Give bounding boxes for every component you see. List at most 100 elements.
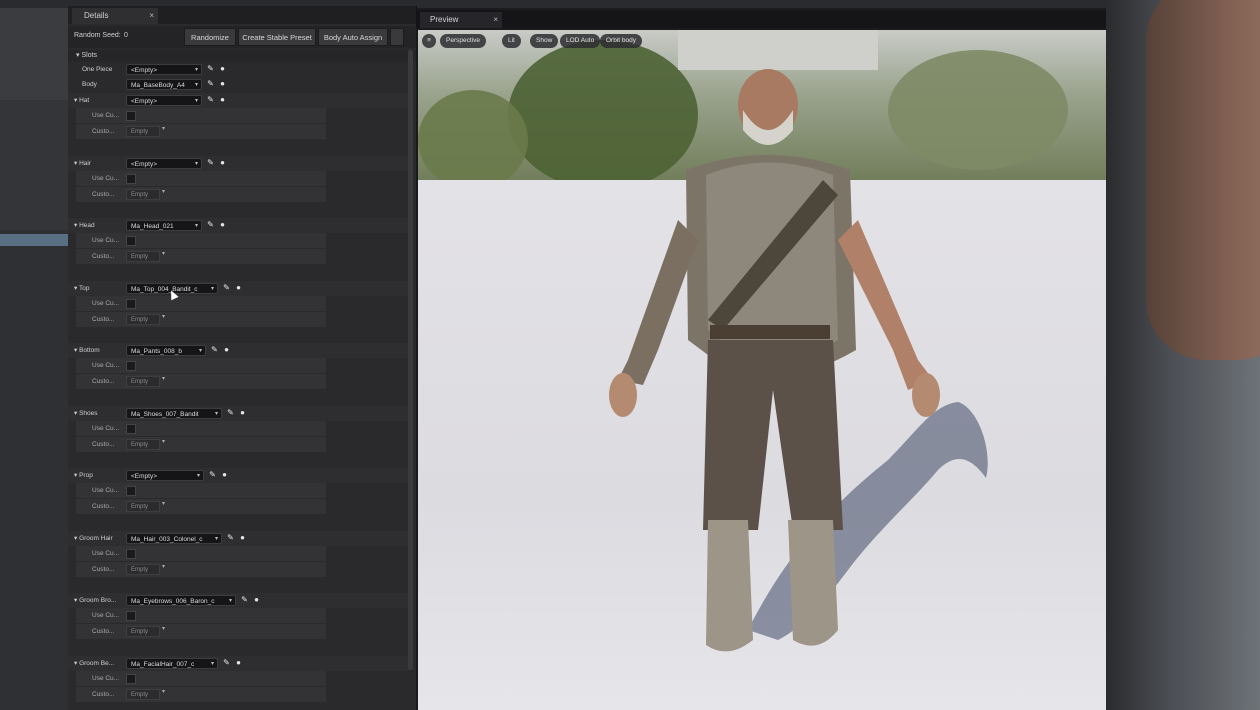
category-label[interactable]: ▾ Top	[74, 281, 89, 296]
category-row-bg	[68, 593, 408, 608]
scrollbar[interactable]	[408, 50, 413, 670]
use-custom-checkbox[interactable]	[126, 673, 136, 684]
use-custom-row: Use Cu...	[68, 608, 408, 623]
close-icon[interactable]: ×	[149, 8, 154, 24]
edit-pencil-icon[interactable]: ✎	[210, 345, 219, 355]
custom-empty-dropdown[interactable]: Empty	[126, 251, 160, 262]
custom-empty-dropdown[interactable]: Empty	[126, 563, 160, 575]
slots-header[interactable]: ▾ Slots	[68, 50, 416, 62]
random-seed-value[interactable]: 0	[124, 32, 128, 39]
person-icon[interactable]: ●	[218, 64, 227, 74]
slot-dropdown[interactable]: Ma_FacialHair_007_c ▾	[126, 657, 218, 669]
use-custom-row: Use Cu...	[68, 108, 408, 123]
use-custom-checkbox[interactable]	[126, 361, 136, 371]
use-custom-checkbox[interactable]	[126, 423, 136, 434]
use-custom-checkbox[interactable]	[126, 611, 136, 621]
category-label[interactable]: ▾ Groom Hair	[74, 531, 113, 546]
edit-pencil-icon[interactable]: ✎	[226, 533, 235, 543]
tab-details-label: Details	[84, 11, 109, 20]
category-label[interactable]: ▾ Hat	[74, 93, 89, 108]
edit-pencil-icon[interactable]: ✎	[206, 158, 215, 168]
category-label[interactable]: ▾ Hair	[74, 156, 91, 171]
chevron-down-icon: ▾	[210, 660, 214, 667]
edit-pencil-icon[interactable]: ✎	[222, 658, 231, 668]
person-icon[interactable]: ●	[234, 283, 243, 293]
edit-pencil-icon[interactable]: ✎	[208, 470, 217, 480]
slot-dropdown[interactable]: Ma_Head_021 ▾	[126, 220, 202, 231]
menu-icon[interactable]: ≡	[422, 34, 436, 48]
edit-pencil-icon[interactable]: ✎	[240, 595, 249, 605]
use-custom-checkbox[interactable]	[126, 548, 136, 559]
category-label[interactable]: ▾ Groom Bro...	[74, 593, 116, 608]
custom-empty-dropdown[interactable]: Empty	[126, 501, 160, 512]
slot-dropdown[interactable]: <Empty> ▾	[126, 95, 202, 106]
person-icon[interactable]: ●	[234, 658, 243, 668]
category-label[interactable]: ▾ Prop	[74, 468, 93, 483]
person-icon[interactable]: ●	[218, 220, 227, 230]
slot-dropdown[interactable]: Ma_Hair_003_Colonel_c ▾	[126, 532, 222, 544]
edit-pencil-icon[interactable]: ✎	[206, 79, 215, 89]
perspective-button[interactable]: Perspective	[440, 34, 486, 48]
slot-dropdown[interactable]: Ma_Shoes_007_Bandit ▾	[126, 407, 222, 419]
chevron-down-icon: ▾	[162, 563, 166, 570]
tab-details[interactable]: Details ×	[72, 8, 158, 24]
person-icon[interactable]: ●	[218, 95, 227, 105]
custom-row: Custo... Empty ▾	[68, 249, 408, 264]
person-icon[interactable]: ●	[218, 158, 227, 168]
slot-category-3: ▾ Top Ma_Top_004_Bandit_c ▾ ✎ ●	[68, 280, 408, 296]
custom-label: Custo...	[92, 565, 115, 573]
edit-pencil-icon[interactable]: ✎	[206, 95, 215, 105]
custom-empty-dropdown[interactable]: Empty	[126, 438, 160, 450]
slot-dropdown[interactable]: <Empty> ▾	[126, 64, 202, 75]
slot-value: Ma_Hair_003_Colonel_c	[131, 535, 203, 543]
use-custom-checkbox[interactable]	[126, 111, 136, 121]
category-label[interactable]: ▾ Shoes	[74, 406, 98, 421]
edit-pencil-icon[interactable]: ✎	[226, 408, 235, 418]
slot-dropdown[interactable]: <Empty> ▾	[126, 157, 202, 169]
show-button[interactable]: Show	[530, 34, 559, 48]
custom-empty-dropdown[interactable]: Empty	[126, 126, 160, 137]
tab-preview[interactable]: Preview ×	[420, 12, 502, 28]
slot-dropdown[interactable]: Ma_Eyebrows_006_Baron_c ▾	[126, 595, 236, 606]
person-icon[interactable]: ●	[220, 470, 229, 480]
use-custom-row: Use Cu...	[68, 420, 408, 436]
randomize-button[interactable]: Randomize	[184, 28, 236, 46]
slot-label: One Piece	[82, 66, 113, 73]
person-icon[interactable]: ●	[218, 79, 227, 89]
custom-empty-dropdown[interactable]: Empty	[126, 626, 160, 637]
3d-viewport[interactable]: ≡ Perspective Lit Show LOD Auto Orbit bo…	[418, 30, 1106, 710]
category-label[interactable]: ▾ Groom Be...	[74, 656, 114, 671]
more-button[interactable]	[390, 28, 404, 46]
person-icon[interactable]: ●	[238, 533, 247, 543]
edit-pencil-icon[interactable]: ✎	[206, 64, 215, 74]
edit-pencil-icon[interactable]: ✎	[206, 220, 215, 230]
category-label[interactable]: ▾ Bottom	[74, 343, 100, 358]
lit-button[interactable]: Lit	[502, 34, 521, 48]
category-label[interactable]: ▾ Head	[74, 218, 95, 233]
slot-dropdown[interactable]: <Empty> ▾	[126, 470, 204, 481]
person-icon[interactable]: ●	[252, 595, 261, 605]
custom-empty-dropdown[interactable]: Empty	[126, 188, 160, 200]
body-auto-assign-button[interactable]: Body Auto Assign	[318, 28, 388, 46]
chevron-down-icon: ▾	[162, 688, 166, 695]
create-stable-preset-button[interactable]: Create Stable Preset	[238, 28, 316, 46]
use-custom-checkbox[interactable]	[126, 173, 136, 184]
lod-auto-button[interactable]: LOD Auto	[560, 34, 601, 48]
left-panel-selected-item[interactable]	[0, 234, 68, 246]
custom-empty-dropdown[interactable]: Empty	[126, 313, 160, 325]
orbit-body-button[interactable]: Orbit body	[600, 34, 642, 48]
edit-pencil-icon[interactable]: ✎	[222, 283, 231, 293]
custom-empty-dropdown[interactable]: Empty	[126, 376, 160, 387]
person-icon[interactable]: ●	[238, 408, 247, 418]
chevron-down-icon: ▾	[194, 82, 198, 88]
custom-empty-dropdown[interactable]: Empty	[126, 688, 160, 700]
slot-value: Ma_Head_021	[131, 223, 174, 230]
person-icon[interactable]: ●	[222, 345, 231, 355]
use-custom-checkbox[interactable]	[126, 236, 136, 246]
use-custom-checkbox[interactable]	[126, 298, 136, 309]
close-icon[interactable]: ×	[493, 12, 498, 28]
slot-dropdown[interactable]: Ma_BaseBody_A4 ▾	[126, 79, 202, 90]
slot-dropdown[interactable]: Ma_Pants_008_b ▾	[126, 345, 206, 356]
person-head-blur	[1146, 0, 1260, 360]
use-custom-checkbox[interactable]	[126, 486, 136, 496]
